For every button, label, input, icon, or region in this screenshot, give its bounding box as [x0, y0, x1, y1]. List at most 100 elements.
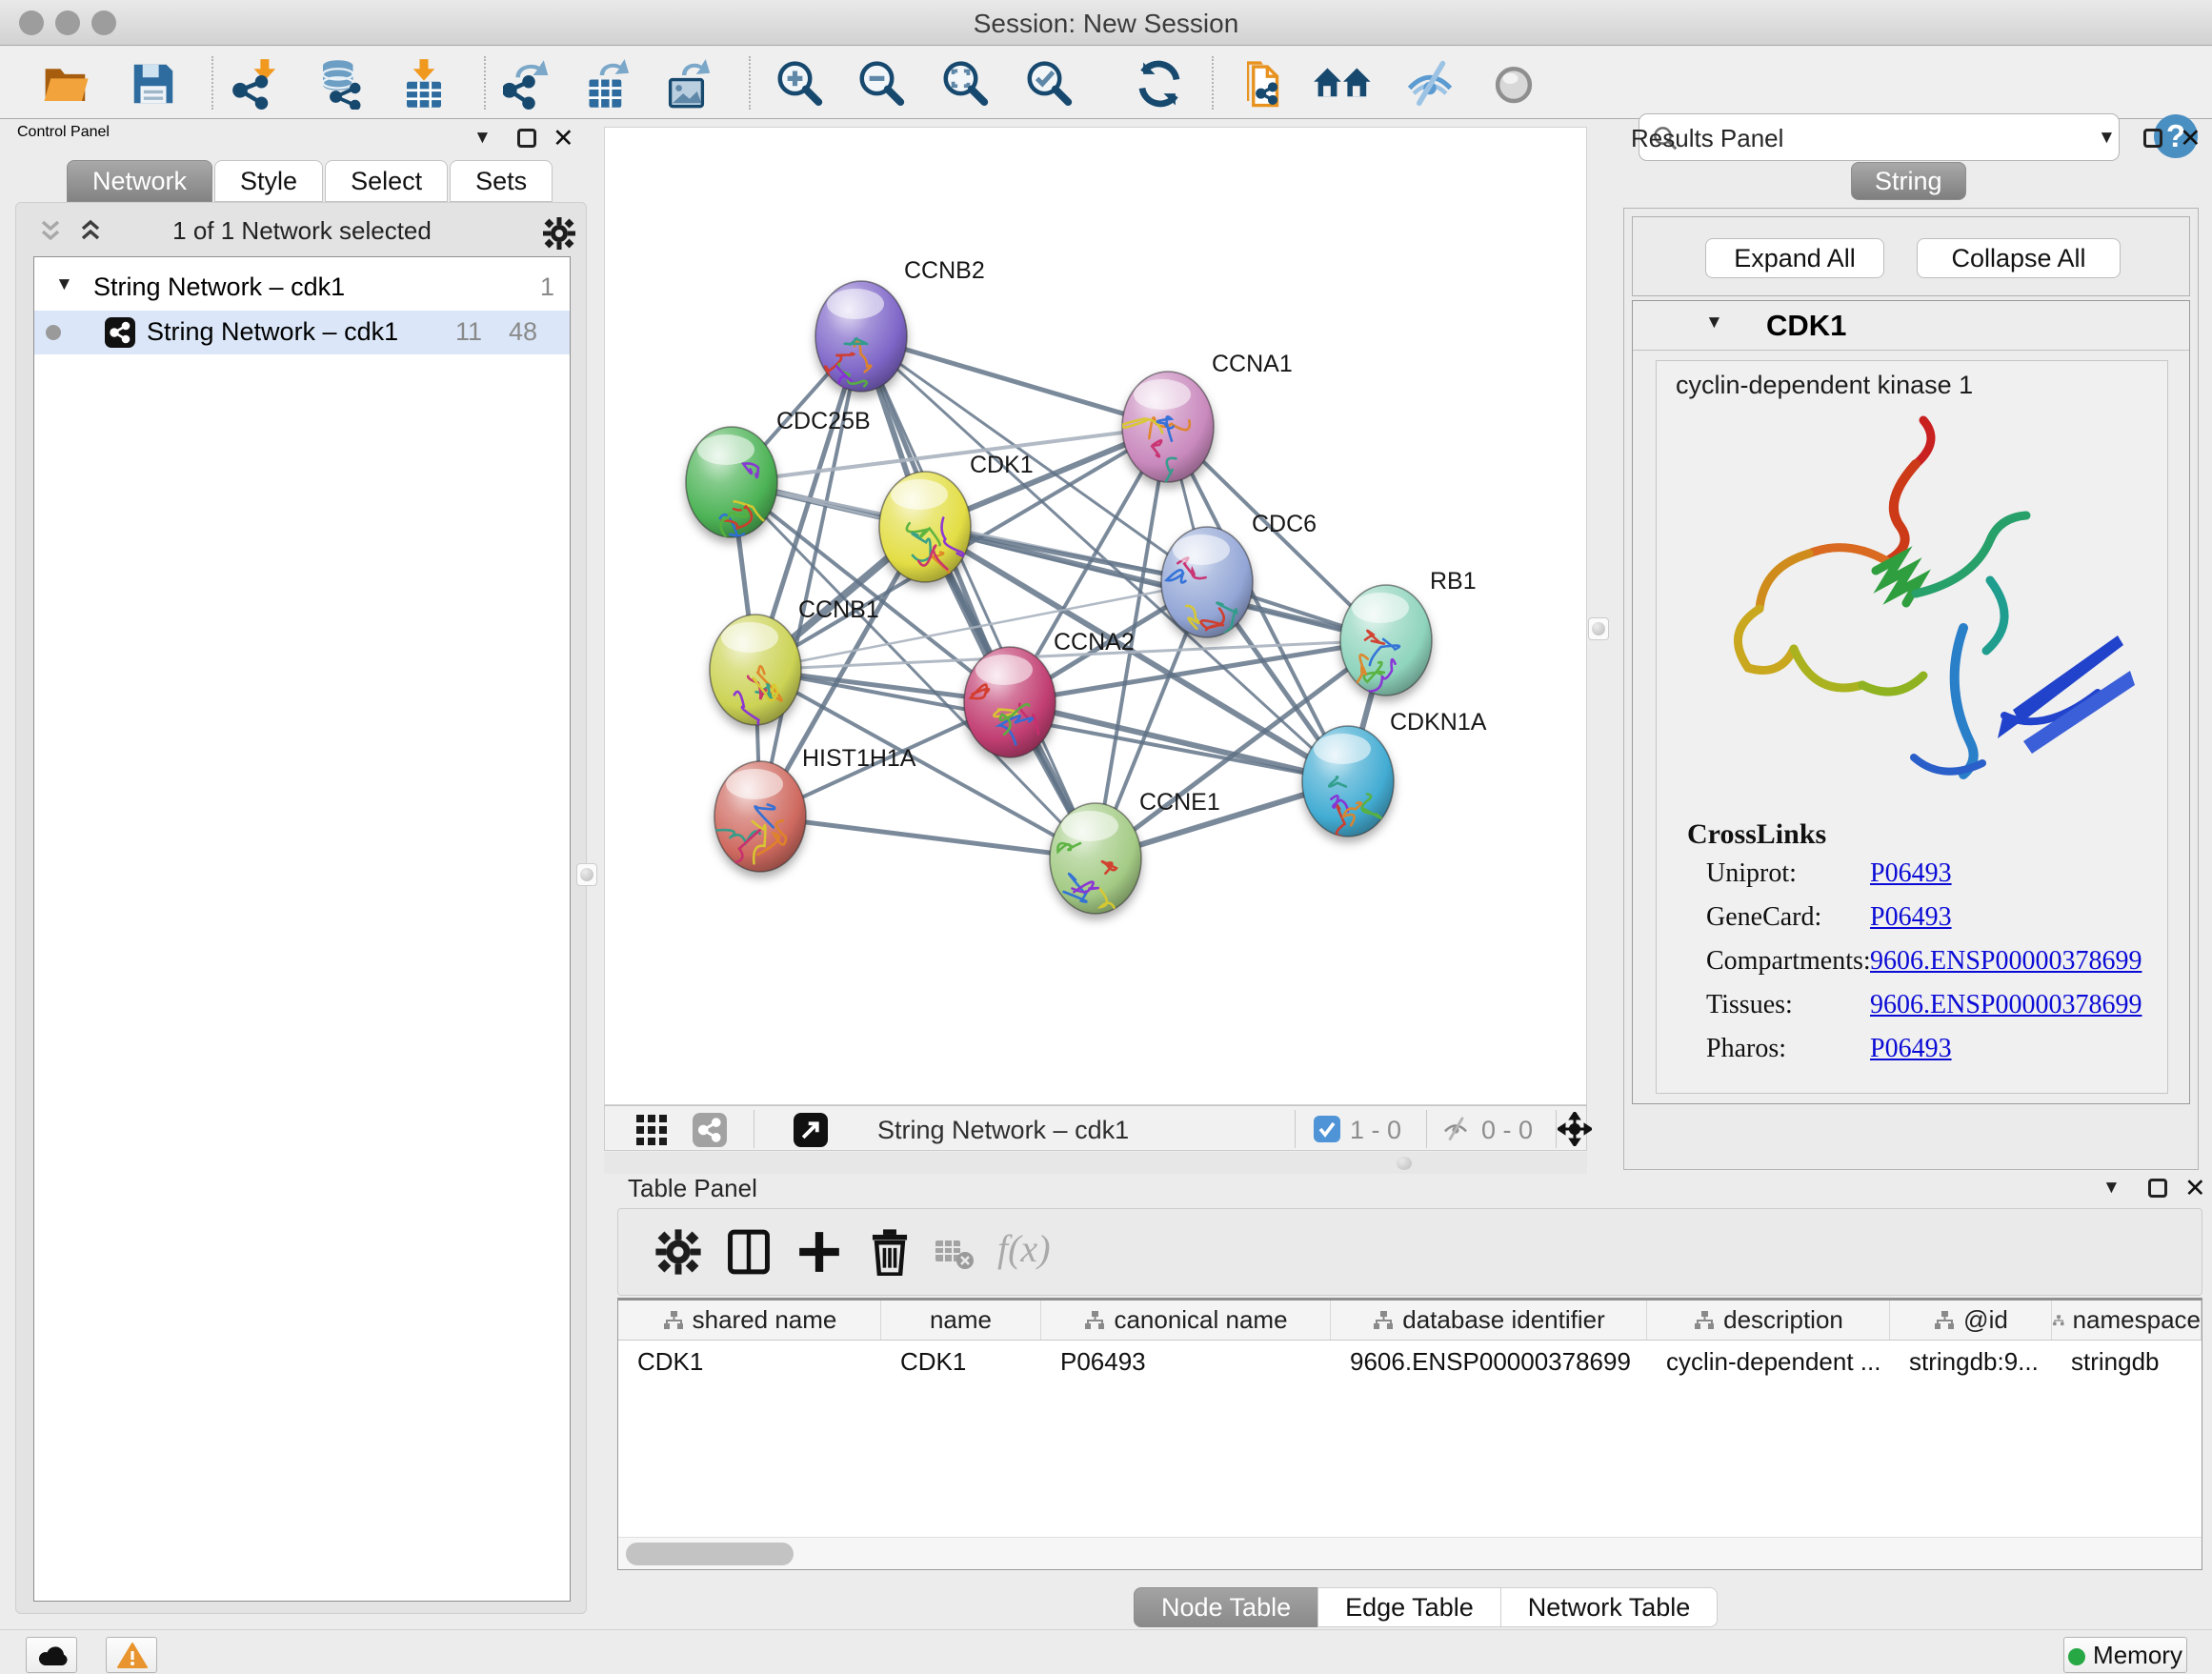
table-row[interactable]: CDK1CDK1P064939606.ENSP00000378699cyclin… [618, 1341, 2202, 1382]
table-cell[interactable]: CDK1 [618, 1341, 881, 1382]
panel-float-icon[interactable] [2143, 129, 2162, 148]
scrollbar-thumb[interactable] [626, 1543, 794, 1565]
birds-eye-view-icon[interactable] [1558, 1112, 1592, 1146]
crosslink-link[interactable]: P06493 [1870, 902, 1952, 933]
zoom-fit-button[interactable] [939, 58, 991, 110]
delete-table-icon[interactable] [935, 1238, 975, 1270]
graph-node-CCNB2[interactable]: CCNB2 [815, 257, 985, 399]
collection-disclosure-icon[interactable]: ▼ [55, 274, 73, 295]
detach-view-icon[interactable] [794, 1113, 828, 1147]
panel-collapse-icon[interactable]: ▼ [2102, 1178, 2121, 1199]
string-import-button[interactable] [1238, 58, 1290, 110]
import-network-button[interactable] [231, 58, 283, 110]
protein-card-header[interactable]: ▼ CDK1 [1633, 301, 2189, 351]
crosslink-link[interactable]: P06493 [1870, 858, 1952, 889]
zoom-in-button[interactable] [774, 58, 825, 110]
string-results-container: Expand All Collapse All ▼ CDK1 cyclin-de… [1623, 208, 2199, 1170]
tab-node-table[interactable]: Node Table [1134, 1587, 1318, 1627]
tab-sets[interactable]: Sets [450, 160, 553, 202]
show-graphics-details-button[interactable] [1488, 58, 1539, 110]
string-homes-button[interactable] [1312, 58, 1375, 110]
crosslink-label: Tissues: [1706, 990, 1793, 1019]
crosslink-link[interactable]: 9606.ENSP00000378699 [1870, 990, 2142, 1020]
network-options-gear-icon[interactable] [542, 216, 576, 251]
cloud-icon [37, 1643, 68, 1667]
panel-close-icon[interactable]: ✕ [2184, 1179, 2206, 1198]
open-session-button[interactable] [40, 58, 91, 110]
function-builder-icon[interactable]: f(x) [997, 1226, 1051, 1271]
tab-select[interactable]: Select [325, 160, 448, 202]
table-cell[interactable]: CDK1 [881, 1341, 1041, 1382]
graph-node-CDKN1A[interactable]: CDKN1A [1302, 709, 1487, 857]
network-selection-status: 1 of 1 Network selected [24, 216, 580, 246]
panel-close-icon[interactable]: ✕ [2180, 129, 2202, 148]
shared-column-icon [1083, 1310, 1106, 1331]
tab-string[interactable]: String [1851, 162, 1966, 200]
panel-float-icon[interactable] [517, 129, 536, 148]
network-canvas[interactable]: CCNB2CCNA1CDC25BCDK1CDC6RB1CCNB1CCNA2CDK… [604, 127, 1587, 1105]
expand-all-button[interactable]: Expand All [1705, 238, 1884, 278]
import-table-icon [398, 58, 450, 110]
network-collection-row[interactable]: ▼ String Network – cdk1 1 [34, 267, 570, 309]
crosslink-link[interactable]: P06493 [1870, 1034, 1952, 1064]
memory-button[interactable]: Memory [2063, 1637, 2187, 1673]
table-cell[interactable]: stringdb [2052, 1341, 2202, 1382]
warnings-button[interactable] [106, 1637, 157, 1673]
card-disclosure-icon[interactable]: ▼ [1705, 313, 1723, 333]
import-table-button[interactable] [398, 58, 450, 110]
export-network-button[interactable] [503, 58, 554, 110]
column-header[interactable]: namespace [2052, 1301, 2202, 1340]
table-cell[interactable]: 9606.ENSP00000378699 [1331, 1341, 1647, 1382]
table-cell[interactable]: cyclin-dependent ... [1647, 1341, 1890, 1382]
import-network-from-database-button[interactable] [314, 58, 366, 110]
graph-node-HIST1H1A[interactable]: HIST1H1A [714, 745, 916, 872]
crosslink-link[interactable]: 9606.ENSP00000378699 [1870, 946, 2142, 977]
horizontal-splitter[interactable] [604, 1152, 1587, 1174]
network-view-icon[interactable] [693, 1113, 727, 1147]
delete-column-trash-icon[interactable] [866, 1228, 914, 1276]
save-session-button[interactable] [128, 58, 179, 110]
table-cell[interactable]: P06493 [1041, 1341, 1331, 1382]
show-columns-icon[interactable] [725, 1228, 773, 1276]
tab-network-table[interactable]: Network Table [1500, 1587, 1719, 1627]
graph-node-CCNA1[interactable]: CCNA1 [1120, 351, 1292, 501]
zoom-selected-button[interactable] [1023, 58, 1075, 110]
zoom-out-button[interactable] [855, 58, 907, 110]
table-options-gear-icon[interactable] [654, 1228, 702, 1276]
control-panel: Control Panel ▼ ✕ NetworkStyleSelectSets… [6, 124, 596, 1622]
right-splitter-handle[interactable] [1588, 617, 1609, 640]
hide-graphics-details-button[interactable] [1404, 58, 1456, 110]
column-header[interactable]: canonical name [1041, 1301, 1331, 1340]
tab-edge-table[interactable]: Edge Table [1317, 1587, 1501, 1627]
network-row-selected[interactable]: String Network – cdk1 11 48 [34, 311, 570, 354]
graph-node-RB1[interactable]: RB1 [1340, 568, 1477, 696]
graph-node-CCNB1[interactable]: CCNB1 [710, 596, 879, 739]
table-panel-tabs: Node TableEdge TableNetwork Table [1134, 1587, 1717, 1627]
column-header[interactable]: name [881, 1301, 1041, 1340]
table-hscrollbar[interactable] [618, 1537, 2202, 1569]
left-splitter-handle[interactable] [576, 863, 597, 886]
cloud-button[interactable] [26, 1637, 77, 1673]
column-header[interactable]: @id [1890, 1301, 2052, 1340]
tab-network[interactable]: Network [67, 160, 212, 202]
column-header[interactable]: shared name [618, 1301, 881, 1340]
export-image-button[interactable] [665, 58, 716, 110]
column-header[interactable]: database identifier [1331, 1301, 1647, 1340]
crosslink-label: Compartments: [1706, 946, 1871, 976]
create-column-plus-icon[interactable] [795, 1228, 843, 1276]
panel-collapse-icon[interactable]: ▼ [2098, 128, 2116, 149]
grid-view-icon[interactable] [635, 1114, 668, 1146]
panel-collapse-icon[interactable]: ▼ [473, 128, 492, 149]
panel-float-icon[interactable] [2148, 1179, 2167, 1198]
panel-close-icon[interactable]: ✕ [553, 129, 574, 148]
export-table-button[interactable] [585, 58, 636, 110]
node-label-CDC25B: CDC25B [776, 408, 871, 434]
column-header[interactable]: description [1647, 1301, 1890, 1340]
collapse-all-button[interactable]: Collapse All [1917, 238, 2121, 278]
selected-checkbox-icon[interactable] [1314, 1116, 1340, 1142]
table-cell[interactable]: stringdb:9... [1890, 1341, 2052, 1382]
refresh-button[interactable] [1134, 58, 1185, 110]
tab-style[interactable]: Style [214, 160, 323, 202]
graph-node-CCNE1[interactable]: CCNE1 [1050, 789, 1220, 941]
string-network-graph[interactable]: CCNB2CCNA1CDC25BCDK1CDC6RB1CCNB1CCNA2CDK… [605, 128, 1586, 1104]
